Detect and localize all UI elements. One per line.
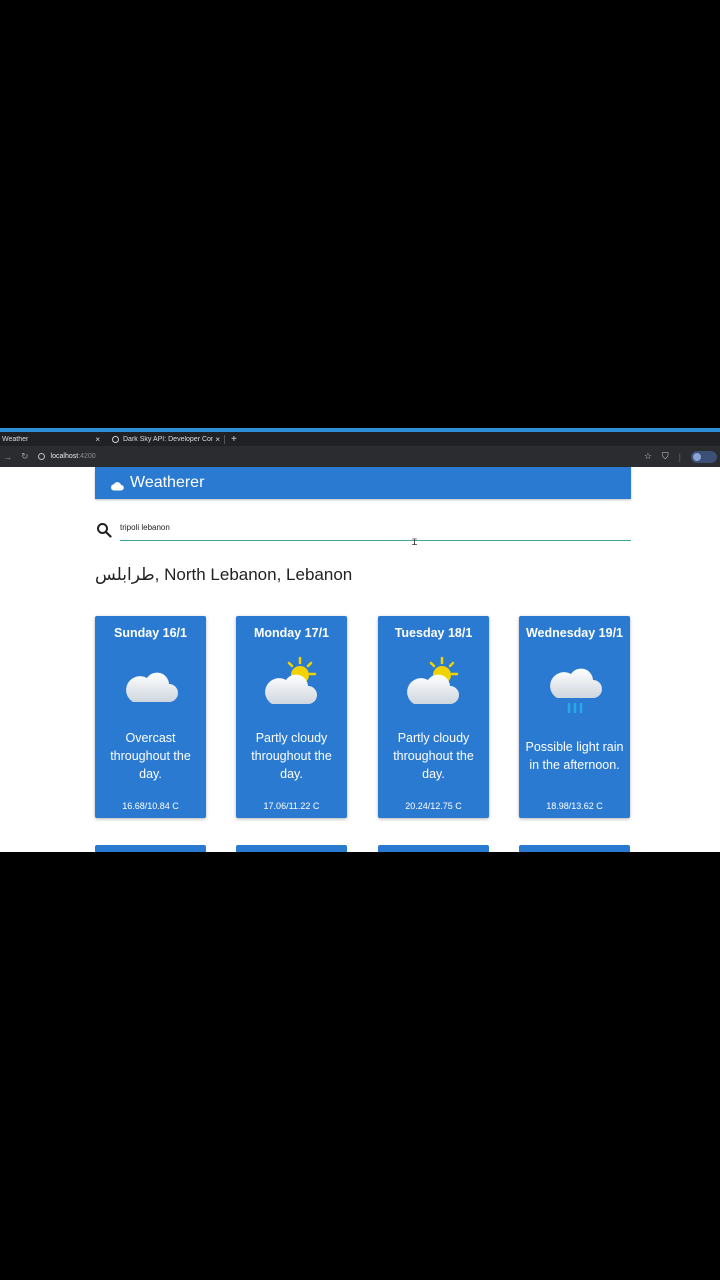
card-day: Wednesday 19/1 [525, 626, 624, 640]
omnibox[interactable]: localhost:4200 [37, 453, 644, 460]
url-host: localhost [50, 453, 79, 460]
card-temperature: 20.24/12.75 C [405, 801, 462, 811]
card-summary: Partly cloudy throughout the day. [251, 731, 332, 781]
tab-title: Dark Sky API: Developer Console [123, 435, 214, 443]
forecast-card-next-row[interactable] [236, 845, 347, 852]
bookmark-star-icon[interactable]: ☆ [644, 451, 652, 462]
card-summary: Partly cloudy throughout the day. [393, 731, 474, 781]
url-port: :4200 [78, 453, 96, 460]
card-summary: Possible light rain in the afternoon. [525, 740, 624, 772]
forecast-card-next-row[interactable] [519, 845, 630, 852]
info-icon[interactable] [37, 453, 45, 460]
forecast-card[interactable]: Tuesday 18/1 Partly cloudy throughout th… [378, 616, 489, 818]
tab-dark-sky[interactable]: Dark Sky API: Developer Console × [104, 432, 224, 446]
search-row: Ɪ [95, 519, 631, 548]
cloudy-icon [95, 654, 206, 718]
card-temperature: 16.68/10.84 C [122, 801, 179, 811]
card-day: Tuesday 18/1 [394, 626, 473, 640]
card-summary: Overcast throughout the day. [110, 731, 191, 781]
cloud-icon [110, 478, 124, 491]
forecast-card[interactable]: Wednesday 19/1 Possible light rain in th… [519, 616, 630, 818]
partly-cloudy-day-icon [236, 654, 347, 718]
extension-shield-icon[interactable]: ⛉ [662, 451, 669, 462]
forecast-card-next-row[interactable] [95, 845, 206, 852]
card-day: Sunday 16/1 [114, 626, 187, 640]
menu-separator: | [678, 451, 681, 462]
window-controls-icon[interactable] [714, 434, 720, 444]
app-title: Weatherer [130, 474, 205, 491]
forward-icon[interactable]: → [3, 452, 12, 462]
reload-icon[interactable]: ↻ [21, 451, 29, 462]
card-temperature: 17.06/11.22 C [263, 801, 320, 811]
tab-weather[interactable]: Weather × [0, 432, 104, 446]
app-toolbar: Weatherer [95, 467, 631, 499]
forecast-card[interactable]: Sunday 16/1 Overcast throughout the day.… [95, 616, 206, 818]
search-icon [96, 522, 112, 538]
avatar [693, 452, 701, 461]
tab-close-icon[interactable]: × [215, 435, 220, 444]
tab-title: Weather [2, 435, 29, 443]
tab-bar: Weather × Dark Sky API: Developer Consol… [0, 432, 720, 446]
location-title: طرابلس, North Lebanon, Lebanon [95, 565, 353, 584]
app-page: Weatherer Ɪ طرابلس, North Lebanon, Leban… [0, 467, 720, 852]
new-tab-button[interactable]: + [231, 434, 237, 445]
forecast-card[interactable]: Monday 17/1 Partly cloudy throughout the… [236, 616, 347, 818]
partly-cloudy-day-icon [378, 654, 489, 718]
forecast-card-next-row[interactable] [378, 845, 489, 852]
tab-separator [224, 434, 225, 444]
letterbox-bottom [0, 852, 720, 1280]
card-day: Monday 17/1 [253, 626, 330, 640]
address-bar: → ↻ localhost:4200 ☆ ⛉ | [0, 446, 720, 467]
search-input[interactable] [120, 519, 631, 541]
profile-button[interactable] [691, 450, 717, 463]
forecast-cards: Sunday 16/1 Overcast throughout the day.… [95, 616, 631, 818]
tab-close-icon[interactable]: × [95, 435, 100, 444]
dark-sky-favicon-icon [112, 435, 119, 443]
text-cursor-icon: Ɪ [412, 538, 418, 548]
browser-window: Weather × Dark Sky API: Developer Consol… [0, 428, 720, 852]
letterbox-top [0, 0, 720, 428]
card-temperature: 18.98/13.62 C [546, 801, 603, 811]
rain-icon [519, 654, 630, 718]
